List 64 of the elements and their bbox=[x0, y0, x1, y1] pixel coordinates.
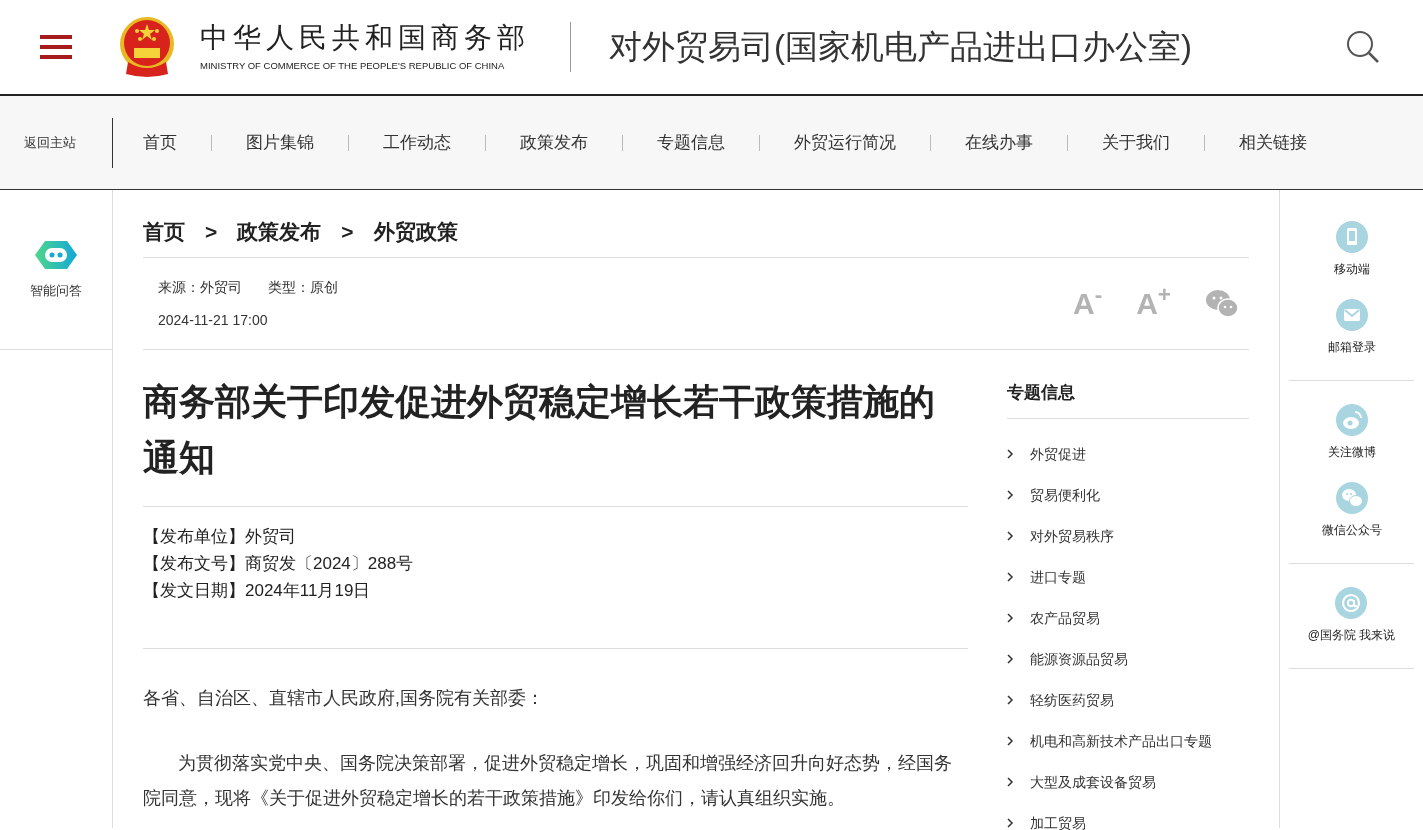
salutation: 各省、自治区、直辖市人民政府,国务院有关部委： bbox=[143, 687, 545, 710]
nav-link[interactable]: 工作动态 bbox=[383, 129, 451, 156]
breadcrumb-separator: > bbox=[341, 218, 354, 245]
robot-icon[interactable] bbox=[33, 238, 79, 271]
chevron-icon bbox=[1007, 777, 1014, 787]
topic-link[interactable]: 机电和高新技术产品出口专题 bbox=[1030, 730, 1212, 752]
weibo-icon[interactable] bbox=[1334, 403, 1369, 437]
nav-link[interactable]: 专题信息 bbox=[657, 129, 725, 156]
phone-icon[interactable] bbox=[1334, 220, 1369, 254]
service-link[interactable]: 移动端 bbox=[1333, 260, 1370, 278]
nav-link[interactable]: 外贸运行简况 bbox=[794, 129, 896, 156]
topic-link[interactable]: 轻纺医药贸易 bbox=[1030, 689, 1114, 711]
document-info-line: 【发布文号】商贸发〔2024〕288号 bbox=[143, 553, 415, 575]
type-label: 类型：原创 bbox=[268, 277, 338, 297]
topic-link[interactable]: 大型及成套设备贸易 bbox=[1030, 771, 1156, 793]
article-title: 商务部关于印发促进外贸稳定增长若干政策措施的通知 bbox=[143, 350, 968, 507]
at-sign-icon[interactable] bbox=[1334, 586, 1369, 620]
nav-link[interactable]: 在线办事 bbox=[965, 129, 1033, 156]
topic-link[interactable]: 贸易便利化 bbox=[1030, 484, 1100, 506]
chevron-icon bbox=[1007, 449, 1014, 459]
chevron-icon bbox=[1007, 572, 1014, 582]
breadcrumb-link[interactable]: 首页 bbox=[143, 215, 185, 248]
chevron-icon bbox=[1007, 531, 1014, 541]
source-label: 来源：外贸司 bbox=[158, 277, 242, 297]
back-to-main-site-link[interactable]: 返回主站 bbox=[0, 132, 112, 153]
service-link[interactable]: 关注微博 bbox=[1327, 443, 1376, 461]
emblem-icon bbox=[118, 16, 176, 78]
section-heading: 专题信息 bbox=[1007, 380, 1249, 419]
mail-icon[interactable] bbox=[1334, 298, 1369, 332]
document-info-line: 【发布单位】外贸司 bbox=[143, 526, 297, 548]
chevron-icon bbox=[1007, 490, 1014, 500]
body-paragraph: 为贯彻落实党中央、国务院决策部署，促进外贸稳定增长，巩固和增强经济回升向好态势，经国务院同意，现将《关于促进外贸稳定增长的若干政策措施》印发给你们，请认真组织实施。 bbox=[143, 752, 953, 810]
service-link[interactable]: @国务院 我来说 bbox=[1307, 626, 1396, 644]
ministry-name-english: MINISTRY OF COMMERCE OF THE PEOPLE'S REPUBLIC OF CHINA bbox=[200, 58, 506, 73]
chevron-icon bbox=[1007, 818, 1014, 828]
chevron-icon bbox=[1007, 736, 1014, 746]
nav-link[interactable]: 政策发布 bbox=[520, 129, 588, 156]
topic-link[interactable]: 外贸促进 bbox=[1030, 443, 1086, 465]
topic-link[interactable]: 能源资源品贸易 bbox=[1030, 648, 1128, 670]
publish-date: 2024-11-21 17:00 bbox=[158, 310, 269, 330]
wechat-icon[interactable] bbox=[1205, 288, 1239, 319]
nav-link[interactable]: 关于我们 bbox=[1102, 129, 1170, 156]
wechat-icon[interactable] bbox=[1334, 481, 1369, 515]
topic-link[interactable]: 加工贸易 bbox=[1030, 812, 1086, 830]
breadcrumb-separator: > bbox=[205, 218, 218, 245]
service-link[interactable]: 微信公众号 bbox=[1321, 521, 1382, 539]
site-title: 对外贸易司(国家机电产品进出口办公室) bbox=[609, 27, 1192, 68]
chevron-icon bbox=[1007, 695, 1014, 705]
service-link[interactable]: 邮箱登录 bbox=[1327, 338, 1376, 356]
breadcrumb-link[interactable]: 外贸政策 bbox=[373, 215, 458, 248]
topic-link[interactable]: 对外贸易秩序 bbox=[1030, 525, 1114, 547]
search-icon[interactable] bbox=[1345, 29, 1381, 65]
nav-link[interactable]: 图片集锦 bbox=[246, 129, 314, 156]
menu-icon[interactable] bbox=[40, 34, 72, 60]
assistant-label[interactable]: 智能问答 bbox=[30, 280, 82, 301]
topic-link[interactable]: 进口专题 bbox=[1030, 566, 1086, 588]
chevron-icon bbox=[1007, 654, 1014, 664]
breadcrumb-link[interactable]: 政策发布 bbox=[237, 215, 322, 248]
nav-link[interactable]: 相关链接 bbox=[1239, 129, 1307, 156]
document-info-line: 【发文日期】2024年11月19日 bbox=[143, 580, 372, 602]
nav-link[interactable]: 首页 bbox=[143, 129, 177, 156]
chevron-icon bbox=[1007, 613, 1014, 623]
topic-link[interactable]: 农产品贸易 bbox=[1030, 607, 1100, 629]
ministry-name: 中华人民共和国商务部 bbox=[200, 20, 530, 55]
